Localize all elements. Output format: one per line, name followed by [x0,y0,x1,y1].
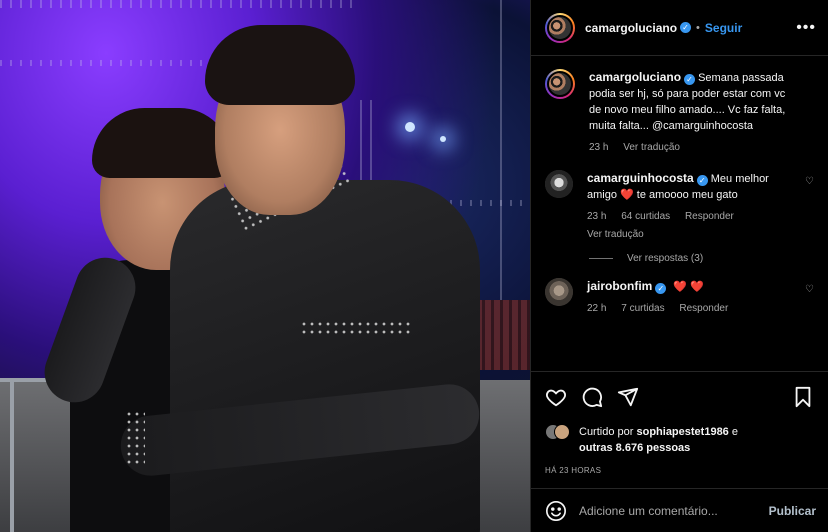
comment-time: 23 h [587,211,607,222]
post-photo[interactable] [0,0,530,532]
more-options-icon[interactable]: ••• [796,19,816,37]
caption-username[interactable]: camargoluciano [589,70,681,84]
separator-dot: • [696,21,700,34]
railing [10,380,14,532]
bookmark-icon[interactable] [792,386,814,408]
verified-icon: ✓ [655,283,667,294]
emoji-icon[interactable] [545,500,567,522]
comment-time: 22 h [587,303,607,314]
share-icon[interactable] [617,386,639,408]
comment-item: camarguinhocosta ✓ Meu melhor amigo ❤️ te… [545,170,814,243]
heart-icon[interactable] [545,386,567,408]
reply-button[interactable]: Responder [685,211,734,222]
verified-icon: ✓ [680,22,692,33]
liked-by-user[interactable]: sophiapestet1986 [636,426,728,438]
commenter-avatar[interactable] [545,170,573,198]
view-replies-button[interactable]: Ver respostas (3) [589,253,814,264]
post-timestamp[interactable]: HÁ 23 HORAS [545,466,814,475]
stage-truss [500,0,510,300]
stage-truss [360,100,372,180]
caption: camargoluciano ✓ Semana passada podia ser… [545,69,814,156]
comments-list[interactable]: camargoluciano ✓ Semana passada podia ser… [531,57,828,370]
stage-light [405,122,415,132]
author-username[interactable]: camargoluciano [585,21,677,35]
action-icons [545,382,814,412]
person-left-hair [92,108,232,178]
post-side-panel: camargoluciano ✓ • Seguir ••• camargoluc… [530,0,828,532]
add-comment-bar: Publicar [531,488,828,532]
author-avatar[interactable] [545,12,575,43]
verified-icon: ✓ [696,175,708,186]
caption-avatar[interactable] [545,69,575,99]
liked-by-others[interactable]: outras 8.676 pessoas [579,442,690,454]
person-right-jacket [170,180,480,532]
verified-icon: ✓ [684,74,696,85]
follow-button[interactable]: Seguir [705,21,742,35]
caption-time: 23 h [589,142,609,153]
instagram-post-modal: camargoluciano ✓ • Seguir ••• camargoluc… [0,0,828,532]
liked-by-avatars[interactable] [545,424,573,444]
comment-icon[interactable] [581,386,603,408]
comment-input[interactable] [579,503,769,518]
like-comment-heart-icon[interactable]: ♡ [805,284,814,295]
person-right-hair [205,25,355,105]
liked-by-connector: e [731,426,738,438]
comment-username[interactable]: camarguinhocosta [587,171,694,185]
comment-username[interactable]: jairobonfim [587,279,652,293]
caption-translate-link[interactable]: Ver tradução [623,142,680,153]
stage-light [440,136,446,142]
jacket-studs [300,320,410,334]
red-heart-emoji: ❤️ ❤️ [673,281,704,293]
jacket-studs [125,410,145,465]
like-comment-heart-icon[interactable]: ♡ [805,176,814,187]
replies-line [589,258,613,259]
comment-translate-link[interactable]: Ver tradução [587,229,644,240]
post-actions: Curtido por sophiapestet1986 e outras 8.… [531,371,828,475]
commenter-avatar[interactable] [545,278,573,306]
comment-item: jairobonfim ✓ ❤️ ❤️ 22 h 7 curtidas Respo… [545,278,814,317]
reply-button[interactable]: Responder [679,303,728,314]
red-heart-emoji: ❤️ [620,189,634,201]
comment-text-end: te amoooo meu gato [633,189,738,201]
liked-by-prefix: Curtido por [579,426,634,438]
post-header: camargoluciano ✓ • Seguir ••• [531,0,828,56]
comment-likes[interactable]: 64 curtidas [621,211,670,222]
comment-likes[interactable]: 7 curtidas [621,303,664,314]
stage-truss [0,0,360,8]
publish-button[interactable]: Publicar [769,504,816,518]
view-replies-label: Ver respostas (3) [627,253,704,264]
liked-by: Curtido por sophiapestet1986 e outras 8.… [545,424,814,456]
